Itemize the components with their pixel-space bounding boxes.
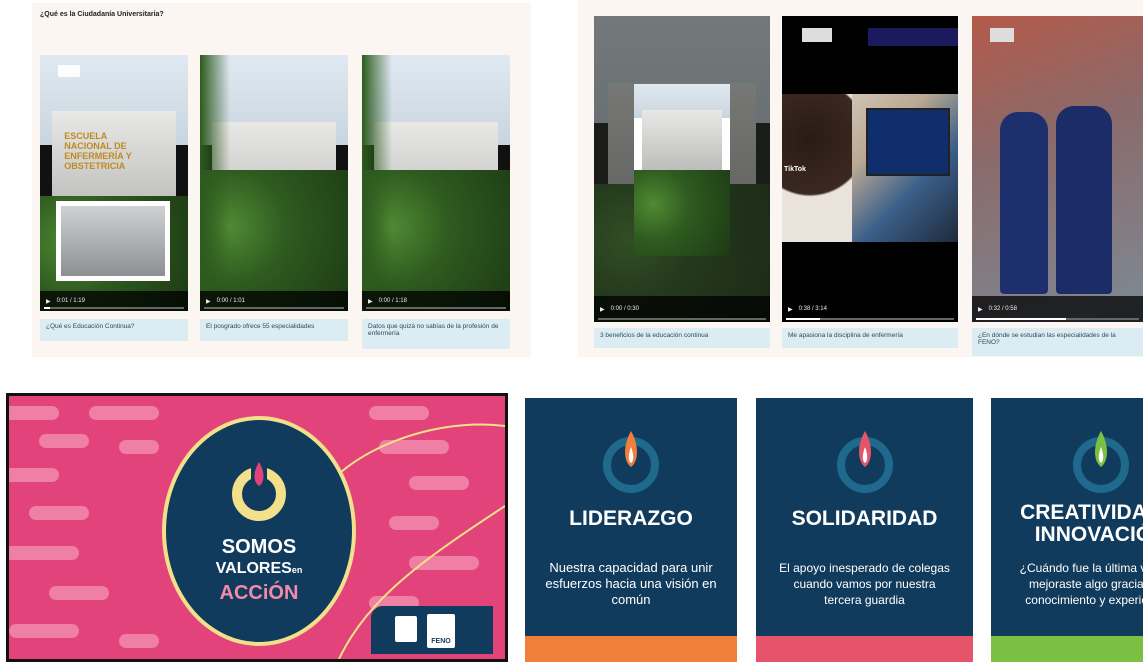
card-description: Nuestra capacidad para unir esfuerzos ha… — [545, 560, 717, 607]
play-icon[interactable]: ▶ — [46, 298, 51, 305]
video-caption[interactable]: ¿Qué es Educación Continua? — [40, 319, 188, 341]
values-cards: LIDERAZGO Nuestra capacidad para unir es… — [517, 393, 1143, 662]
flame-icon — [1073, 431, 1129, 493]
video-controls[interactable]: ▶ 0:32 / 0:58 — [972, 296, 1143, 322]
video-caption[interactable]: El posgrado ofrece 55 especialidades — [200, 319, 348, 341]
progress-bar[interactable] — [204, 307, 344, 309]
video-frame — [782, 94, 958, 242]
video-player[interactable]: ▶ 0:00 / 0:30 — [594, 16, 770, 322]
card-footer — [525, 636, 737, 662]
tiktok-watermark: TikTok — [784, 166, 806, 173]
flame-icon — [603, 431, 659, 493]
video-inset — [634, 84, 730, 256]
logo-circle: SOMOS VALORESen ACCiÓN — [162, 416, 356, 646]
video-time: 0:32 / 0:58 — [988, 306, 1017, 312]
video-time: 0:00 / 1:18 — [378, 298, 407, 304]
video-player[interactable]: ▶ 0:00 / 1:18 — [362, 55, 510, 311]
value-card-liderazgo[interactable]: LIDERAZGO Nuestra capacidad para unir es… — [525, 398, 737, 662]
unam-logo-icon — [395, 616, 417, 642]
card-title: LIDERAZGO — [569, 507, 693, 530]
progress-bar[interactable] — [976, 318, 1139, 320]
video-controls[interactable]: ▶ 0:00 / 0:30 — [594, 296, 770, 322]
video-time: 0:01 / 1:19 — [56, 298, 85, 304]
video-player[interactable]: ▶ 0:00 / 1:01 — [200, 55, 348, 311]
progress-bar[interactable] — [44, 307, 184, 309]
section-title: ¿Qué es la Ciudadanía Universitaria? — [40, 11, 164, 18]
play-icon[interactable]: ▶ — [206, 298, 211, 305]
accion-text: ACCiÓN — [219, 582, 299, 604]
value-card-solidaridad[interactable]: SOLIDARIDAD El apoyo inesperado de coleg… — [756, 398, 973, 662]
video-time: 0:00 / 1:01 — [216, 298, 245, 304]
unam-logo-icon — [802, 28, 832, 42]
video-gallery-a: ¿Qué es la Ciudadanía Universitaria? Esc… — [32, 3, 531, 357]
person-figure — [1056, 106, 1112, 294]
card-title: SOLIDARIDAD — [791, 507, 938, 530]
video-caption[interactable]: Me apasiona la disciplina de enfermería — [782, 328, 958, 348]
logo-badge: FENO — [371, 606, 493, 654]
card-footer — [991, 636, 1143, 662]
video-player[interactable]: Escuela Nacional de Enfermería y Obstetr… — [40, 55, 188, 311]
valores-text: VALORESen — [215, 560, 303, 577]
play-icon[interactable]: ▶ — [600, 306, 605, 313]
somos-text: SOMOS — [221, 536, 297, 558]
progress-bar[interactable] — [786, 318, 954, 320]
progress-bar[interactable] — [598, 318, 766, 320]
card-footer — [756, 636, 973, 662]
video-controls[interactable]: ▶ 0:38 / 3:14 — [782, 296, 958, 322]
unam-logo-icon — [58, 65, 80, 77]
video-player[interactable]: ▶ 0:32 / 0:58 — [972, 16, 1143, 322]
video-caption[interactable]: ¿En dónde se estudian las especialidades… — [972, 328, 1143, 356]
card-title: CREATIVIDAD E INNOVACIÓN — [1020, 501, 1143, 546]
progress-bar[interactable] — [366, 307, 506, 309]
building-sign: Escuela Nacional de Enfermería y Obstetr… — [64, 130, 132, 171]
header-banner — [868, 28, 958, 46]
video-gallery-b: ▶ 0:00 / 0:30 3 beneficios de la educaci… — [578, 0, 1143, 357]
video-controls[interactable]: ▶ 0:00 / 1:18 — [362, 291, 510, 311]
video-time: 0:38 / 3:14 — [798, 306, 827, 312]
power-icon — [232, 460, 286, 521]
thumbnail-inset — [56, 201, 170, 281]
play-icon[interactable]: ▶ — [368, 298, 373, 305]
card-description: El apoyo inesperado de colegas cuando va… — [779, 561, 950, 607]
value-card-creatividad[interactable]: CREATIVIDAD E INNOVACIÓN ¿Cuándo fue la … — [991, 398, 1143, 662]
play-icon[interactable]: ▶ — [978, 306, 983, 313]
video-caption[interactable]: Datos que quizá no sabías de la profesió… — [362, 319, 510, 349]
feno-logo-icon: FENO — [427, 614, 455, 648]
video-caption[interactable]: 3 beneficios de la educación continua — [594, 328, 770, 348]
video-time: 0:00 / 0:30 — [610, 306, 639, 312]
flame-icon — [836, 431, 893, 493]
valores-poster: SOMOS VALORESen ACCiÓN FENO — [6, 393, 508, 662]
card-description: ¿Cuándo fue la última vez que mejoraste … — [1019, 561, 1143, 607]
video-controls[interactable]: ▶ 0:01 / 1:19 — [40, 291, 188, 311]
video-controls[interactable]: ▶ 0:00 / 1:01 — [200, 291, 348, 311]
person-figure — [1000, 112, 1048, 294]
video-player[interactable]: TikTok ▶ 0:38 / 3:14 — [782, 16, 958, 322]
unam-logo-icon — [990, 28, 1014, 42]
play-icon[interactable]: ▶ — [788, 306, 793, 313]
